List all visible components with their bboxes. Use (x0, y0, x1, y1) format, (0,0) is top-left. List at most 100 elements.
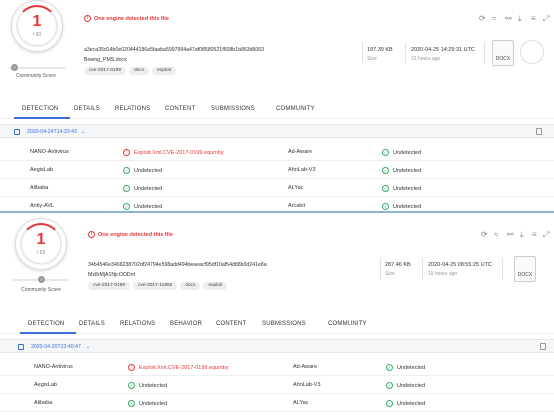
analysis-age: 13 hours ago (411, 56, 441, 62)
tab-community[interactable]: COMMUNITY (328, 321, 367, 327)
analysis-date-bar: 2020-04-24T14:33:43 ⌄ (0, 124, 554, 138)
engine-result: ✓ Undetected (123, 185, 162, 192)
copy-icon[interactable] (536, 128, 542, 135)
analysis-date-bar: 2020-04-20T23:40:47 ⌄ (0, 339, 554, 353)
analysis-timestamp[interactable]: 2020-04-20T23:40:47 (31, 344, 81, 350)
engine-name: ALYac (293, 400, 309, 406)
score-detected: 1 (36, 231, 46, 248)
engine-name: AhnLab-V3 (288, 167, 316, 173)
calendar-icon (14, 129, 20, 135)
file-hash[interactable]: 34b4546e3468238702df24794e598add494beaea… (88, 262, 267, 268)
tag[interactable]: cve-2017-0199 (88, 282, 131, 290)
tab-detection[interactable]: DETECTION (22, 106, 58, 112)
chevron-down-icon[interactable]: ⌄ (81, 129, 85, 135)
analysis-age: 19 hours ago (428, 271, 458, 277)
tab-submissions[interactable]: SUBMISSIONS (211, 106, 255, 112)
analysis-date: 2020-04-25 14:29:31 UTC (411, 47, 475, 53)
tag-list: cve-2017-0199 docx exploit (84, 67, 177, 75)
report-panel-top: 1 / 60 ? Community Score ! One engine de… (0, 0, 554, 213)
engine-row: NANO-Antivirus ! Exploit.Xml.CVE-2017-019… (0, 143, 554, 161)
graph-preview-icon (520, 40, 544, 64)
engine-result: ✓ Undetected (382, 167, 421, 174)
engine-name: Alibaba (34, 400, 53, 406)
engine-result-text: Undetected (397, 364, 426, 371)
tag[interactable]: cve-2017-11882 (133, 282, 178, 290)
chevron-down-icon[interactable]: ⌄ (86, 344, 90, 350)
tag[interactable]: exploit (203, 282, 228, 290)
file-header: 1 / 60 ? Community Score ! One engine de… (0, 0, 554, 90)
tab-details[interactable]: DETAILS (79, 321, 105, 327)
tab-relations[interactable]: RELATIONS (115, 106, 150, 112)
check-icon: ✓ (382, 149, 389, 156)
detection-alert: ! One engine detected this file (84, 15, 169, 22)
tag[interactable]: exploit (152, 67, 177, 75)
tag[interactable]: docx (180, 282, 201, 290)
engine-name: Alibaba (30, 185, 49, 191)
divider (405, 42, 406, 64)
download-icon[interactable]: ⤓ (520, 230, 524, 240)
engine-name: NANO-Antivirus (30, 149, 69, 155)
check-icon: ✓ (382, 203, 389, 210)
tab-relations[interactable]: RELATIONS (120, 321, 155, 327)
active-tab-indicator (20, 332, 76, 334)
engine-name: Arcabit (288, 203, 306, 209)
detection-alert-text: One engine detected this file (94, 15, 169, 22)
tab-submissions[interactable]: SUBMISSIONS (262, 321, 306, 327)
tab-content[interactable]: CONTENT (216, 321, 246, 327)
detection-alert: ! One engine detected this file (88, 231, 173, 238)
engine-result-text: Undetected (393, 203, 422, 210)
engine-result-text: Undetected (139, 382, 168, 389)
engine-row: Alibaba ✓ Undetected ALYac ✓ Undetected (0, 394, 554, 412)
report-panel-bottom: 1 / 63 ? Community Score ! One engine de… (0, 214, 554, 415)
tag[interactable]: docx (129, 67, 150, 75)
tab-detection[interactable]: DETECTION (28, 321, 64, 327)
download-icon[interactable]: ⤓ (518, 14, 522, 24)
score-detected: 1 (32, 13, 42, 30)
divider (422, 258, 423, 280)
engine-result: ✓ Undetected (123, 203, 162, 210)
analysis-date: 2020-04-25 08:55:25 UTC (428, 262, 492, 268)
tab-content[interactable]: CONTENT (165, 106, 195, 112)
score-total: / 63 (36, 250, 46, 256)
expand-icon[interactable]: ⤢ (543, 14, 549, 24)
check-icon: ✓ (123, 167, 130, 174)
engine-result-text: Undetected (134, 185, 163, 192)
reanalyze-icon[interactable]: ⟳ (481, 230, 488, 239)
engine-name: NANO-Antivirus (34, 364, 73, 370)
analysis-timestamp[interactable]: 2020-04-24T14:33:43 (27, 129, 77, 135)
file-hash[interactable]: a3eca35d14b0e020444186a5faaba5997994a47a… (84, 47, 264, 53)
engine-name: AegisLab (34, 382, 57, 388)
copy-icon[interactable] (540, 343, 546, 350)
tab-behavior[interactable]: BEHAVIOR (170, 321, 202, 327)
more-icon[interactable]: ≡ (531, 14, 536, 23)
engine-row: NANO-Antivirus ! Exploit.Xml.CVE-2017-019… (0, 358, 554, 376)
tag[interactable]: cve-2017-0199 (84, 67, 127, 75)
tab-community[interactable]: COMMUNITY (276, 106, 315, 112)
file-size-label: Size (385, 271, 395, 277)
graph-icon[interactable]: ⚯ (507, 230, 514, 239)
tab-details[interactable]: DETAILS (74, 106, 100, 112)
community-score-knob[interactable]: ? (11, 64, 18, 71)
expand-icon[interactable]: ⤢ (543, 230, 549, 240)
active-tab-indicator (14, 117, 70, 119)
check-icon: ✓ (128, 400, 135, 407)
similar-icon[interactable]: ≈ (494, 230, 498, 239)
community-score-label: Community Score (16, 73, 56, 79)
check-icon: ✓ (123, 185, 130, 192)
similar-icon[interactable]: ≈ (492, 14, 496, 23)
community-score-label: Community Score (21, 287, 61, 293)
filetype-icon: DOCX (514, 256, 536, 282)
reanalyze-icon[interactable]: ⟳ (479, 14, 486, 23)
more-icon[interactable]: ≡ (532, 230, 537, 239)
graph-icon[interactable]: ⚯ (505, 14, 512, 23)
file-size-label: Size (367, 56, 377, 62)
file-name: Mz8rMjA1NjcOODnf (88, 272, 135, 278)
engine-result-text: Undetected (393, 149, 422, 156)
engine-result: ✓ Undetected (382, 149, 421, 156)
detection-alert-text: One engine detected this file (98, 231, 173, 238)
check-icon: ✓ (382, 167, 389, 174)
community-score-knob[interactable]: ? (38, 276, 45, 283)
engine-result: ! Exploit.Xml.CVE-2017-0199.equmby (128, 364, 229, 371)
divider (380, 258, 381, 280)
tab-bar: DETECTION DETAILS RELATIONS BEHAVIOR CON… (0, 314, 554, 334)
